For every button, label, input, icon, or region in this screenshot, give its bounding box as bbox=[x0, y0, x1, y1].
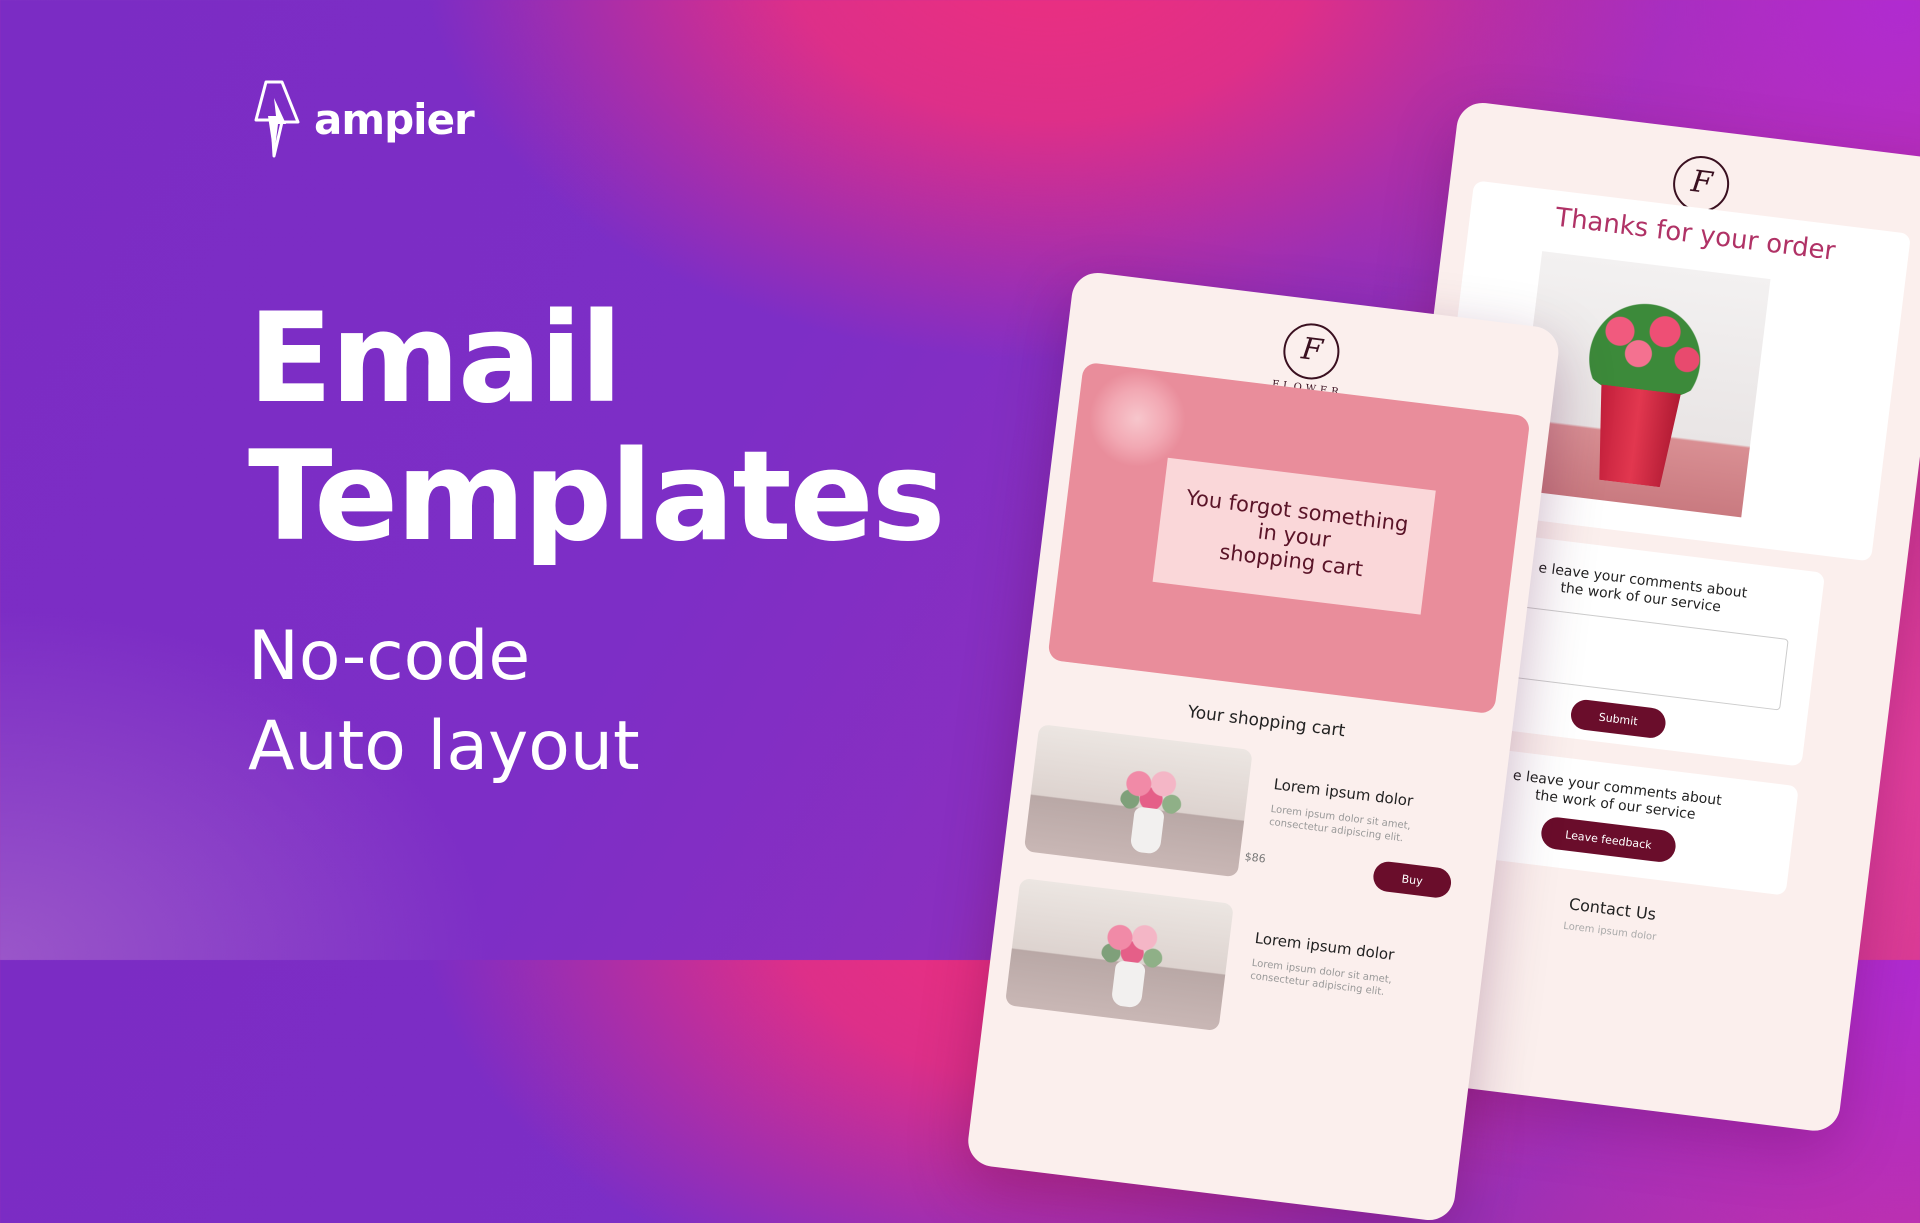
buy-button[interactable]: Buy bbox=[1371, 859, 1453, 900]
cart-item-price: $86 bbox=[1243, 850, 1267, 866]
subheadline-line-1: No-code bbox=[248, 617, 531, 696]
subheadline: No-code Auto layout bbox=[248, 612, 640, 792]
ampier-logo: ampier bbox=[248, 80, 475, 158]
vase-illustration bbox=[1110, 960, 1146, 1009]
headline-line-2: Templates bbox=[248, 425, 946, 569]
cart-item-description: Lorem ipsum dolor sit amet, consectetur … bbox=[1249, 957, 1393, 999]
headline: Email Templates bbox=[248, 287, 946, 569]
vase-illustration bbox=[1129, 806, 1165, 855]
pot-illustration bbox=[1590, 384, 1681, 488]
headline-line-1: Email bbox=[248, 287, 623, 431]
cart-item-image bbox=[1004, 877, 1234, 1032]
submit-button[interactable]: Submit bbox=[1569, 698, 1668, 740]
brand-name: ampier bbox=[314, 94, 475, 144]
flower-logo-mark: F bbox=[1280, 320, 1344, 383]
hero-text: You forgot something in your shopping ca… bbox=[1184, 485, 1410, 582]
subheadline-line-2: Auto layout bbox=[248, 707, 640, 786]
leave-feedback-button[interactable]: Leave feedback bbox=[1539, 815, 1678, 864]
cart-item-description: Lorem ipsum dolor sit amet, consectetur … bbox=[1268, 803, 1412, 845]
lightning-bolt-icon bbox=[254, 80, 300, 158]
cart-item-image bbox=[1023, 724, 1253, 878]
hero-image: You forgot something in your shopping ca… bbox=[1047, 361, 1531, 715]
hero-message-box: You forgot something in your shopping ca… bbox=[1152, 457, 1436, 615]
